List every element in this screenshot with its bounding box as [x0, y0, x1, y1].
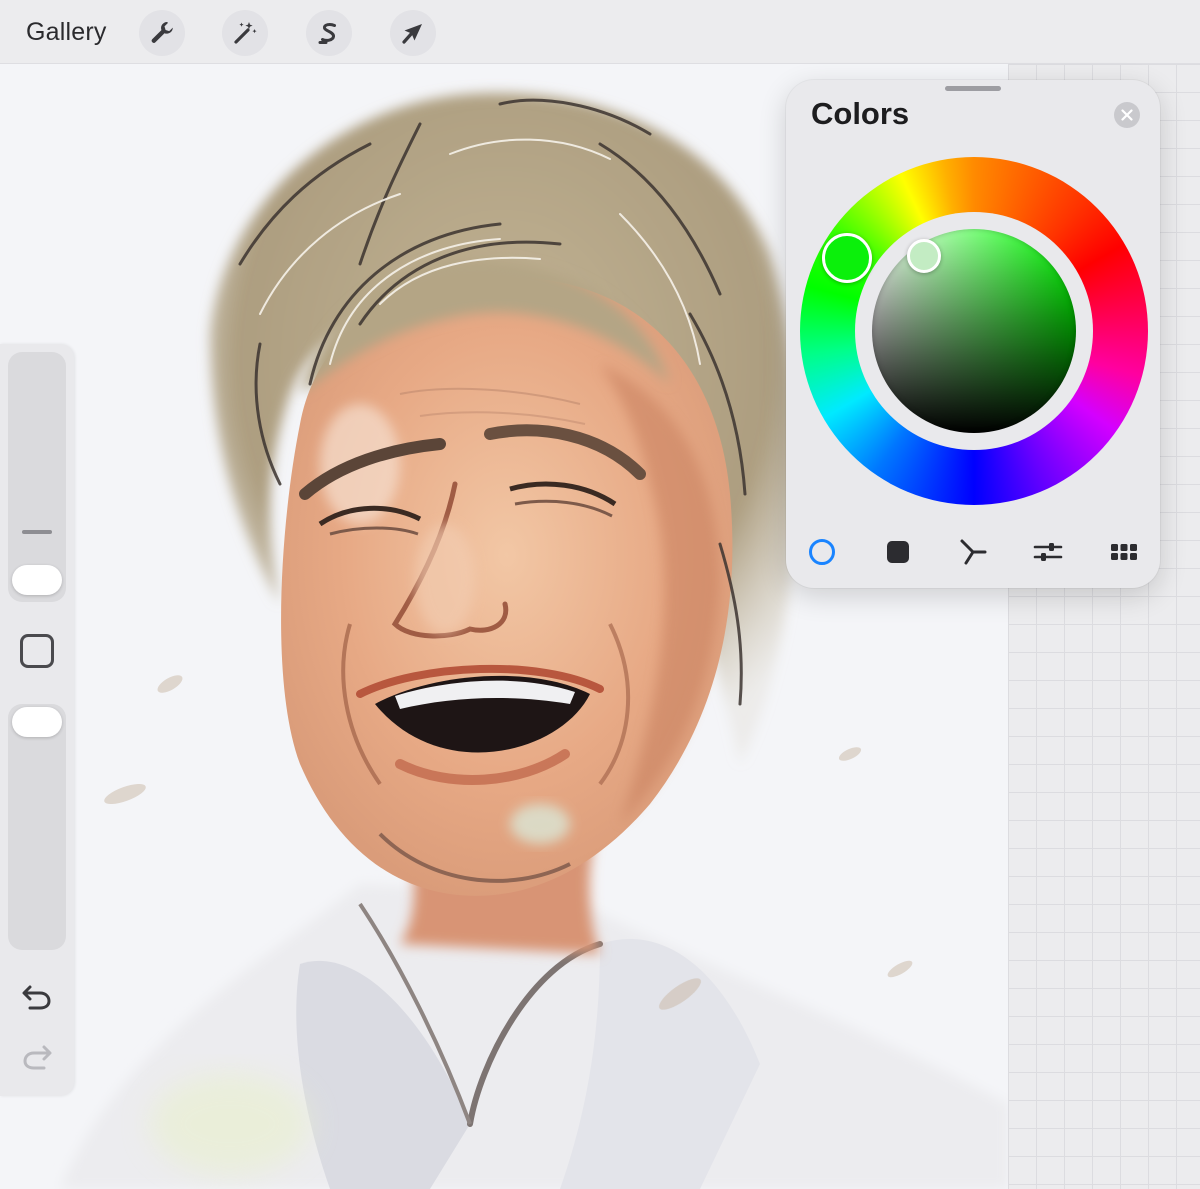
panel-grabber[interactable] [945, 86, 1001, 91]
grid-palette-icon [1111, 544, 1137, 560]
arrow-cursor-icon [402, 24, 422, 44]
redo-button[interactable] [18, 1038, 56, 1076]
hue-knob[interactable] [822, 233, 872, 283]
close-icon [1121, 109, 1133, 121]
panel-title: Colors [811, 96, 910, 131]
harmony-icon [960, 539, 987, 565]
colors-panel: Colors [786, 80, 1160, 588]
undo-icon [22, 985, 51, 1010]
left-sidebar [0, 344, 74, 1096]
gallery-button[interactable]: Gallery [26, 14, 107, 50]
selection-button[interactable] [306, 10, 352, 56]
adjustments-button[interactable] [222, 10, 268, 56]
brush-size-thumb[interactable] [12, 565, 62, 595]
brush-size-tick [22, 530, 52, 534]
close-button[interactable] [1114, 102, 1140, 128]
redo-icon [23, 1045, 52, 1070]
top-toolbar: Gallery [0, 0, 1200, 64]
opacity-slider[interactable] [8, 704, 66, 950]
modify-button[interactable] [20, 634, 54, 668]
magic-wand-icon [234, 22, 257, 44]
saturation-brightness-disc[interactable] [872, 229, 1076, 433]
tab-harmony[interactable] [953, 532, 993, 572]
tab-value[interactable] [1028, 532, 1068, 572]
undo-button[interactable] [18, 978, 56, 1016]
tab-classic[interactable] [878, 532, 918, 572]
tab-palettes[interactable] [1104, 532, 1144, 572]
selection-s-icon [318, 22, 336, 44]
transform-button[interactable] [390, 10, 436, 56]
square-swatch-icon [887, 541, 909, 563]
actions-button[interactable] [139, 10, 185, 56]
color-disc-icon [809, 539, 835, 565]
opacity-thumb[interactable] [12, 707, 62, 737]
color-knob[interactable] [907, 239, 941, 273]
tab-disc[interactable] [802, 532, 842, 572]
sliders-icon [1033, 543, 1063, 561]
wrench-icon [151, 22, 173, 43]
